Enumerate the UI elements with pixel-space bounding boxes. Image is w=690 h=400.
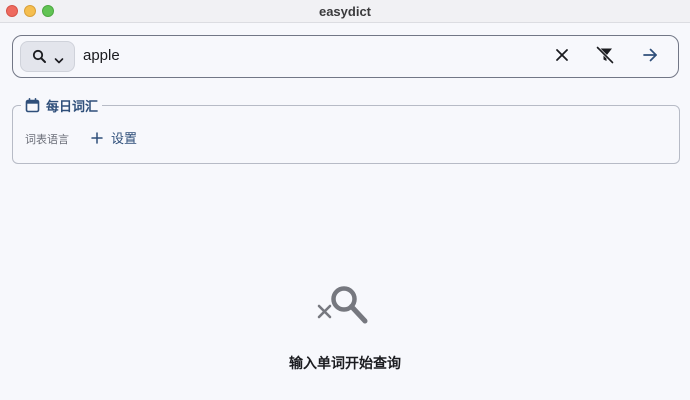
language-label: 词表语言 xyxy=(25,134,69,146)
search-submit-button[interactable] xyxy=(638,45,662,69)
filter-toggle-button[interactable] xyxy=(593,45,617,69)
clear-button[interactable] xyxy=(550,45,574,69)
daily-words-title: 每日词汇 xyxy=(46,98,99,114)
daily-words-header: 每日词汇 xyxy=(21,96,103,114)
settings-button[interactable]: 设置 xyxy=(91,128,137,147)
filter-off-icon xyxy=(595,45,615,70)
window-title: easydict xyxy=(318,4,372,19)
daily-words-card: 每日词汇 词表语言 设置 xyxy=(12,96,680,164)
title-bar: easydict xyxy=(0,0,690,23)
chevron-down-icon xyxy=(54,52,64,70)
app-window: easydict apple 每日词汇 词表语言 设置 输入单词开始查询 xyxy=(0,0,690,400)
arrow-right-icon xyxy=(642,48,658,67)
settings-label: 设置 xyxy=(111,131,138,146)
search-input[interactable] xyxy=(83,47,503,64)
plus-icon xyxy=(91,131,103,144)
search-icon xyxy=(32,49,47,69)
search-off-icon xyxy=(316,282,370,333)
search-bar xyxy=(12,35,679,78)
calendar-icon xyxy=(25,97,40,113)
close-icon xyxy=(555,48,569,67)
search-mode-dropdown[interactable] xyxy=(20,41,75,72)
empty-state-message: 输入单词开始查询 xyxy=(289,355,401,371)
